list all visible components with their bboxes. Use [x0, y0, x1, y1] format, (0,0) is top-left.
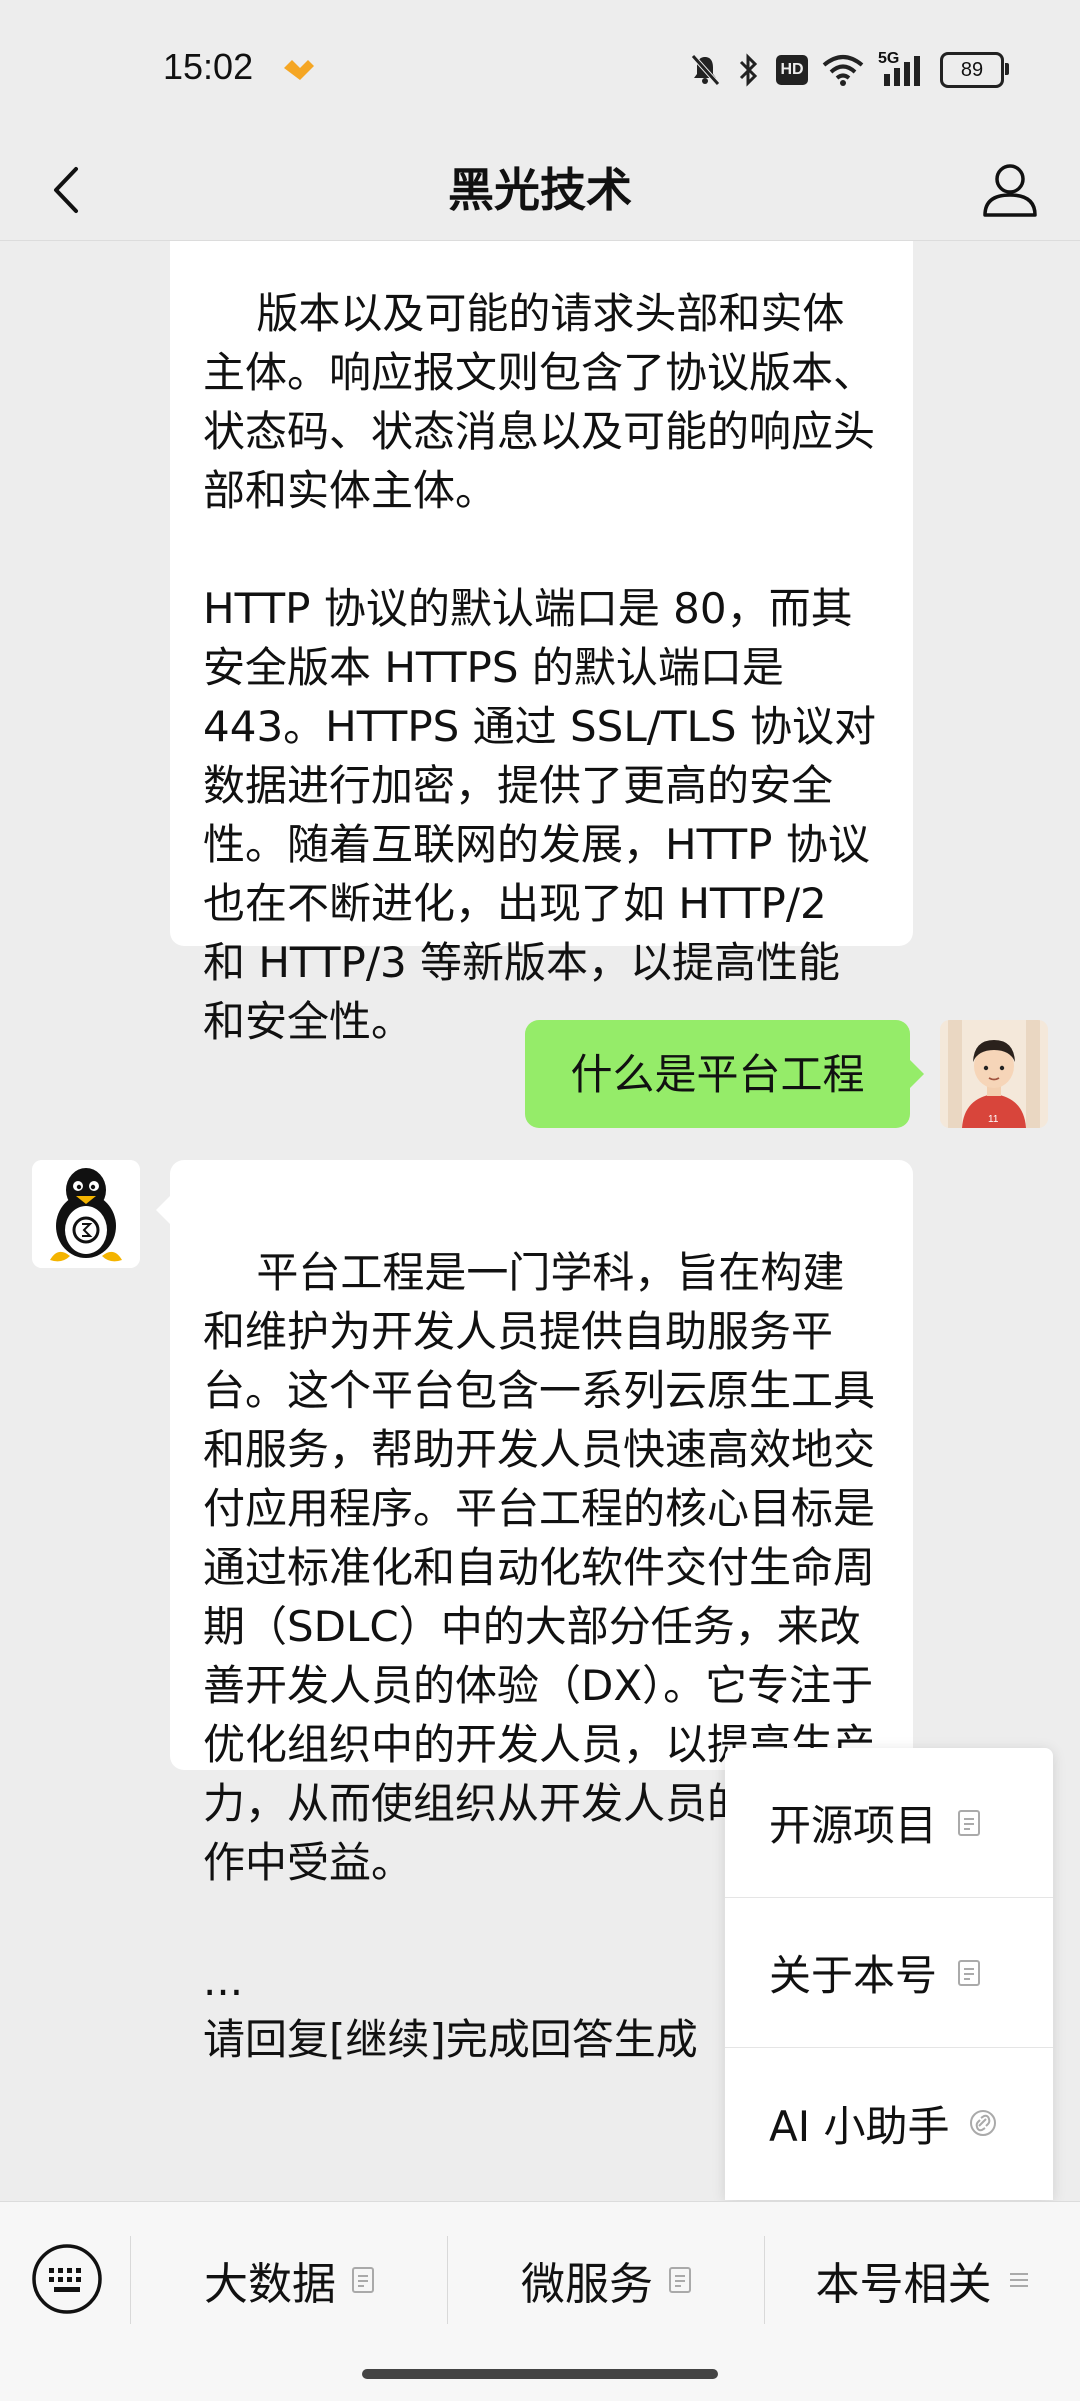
mute-icon [691, 54, 720, 86]
link-icon [970, 2110, 997, 2136]
keyboard-icon [32, 2244, 102, 2314]
signal-bars-icon [884, 56, 920, 86]
menu-button-about-account[interactable]: 本号相关 [765, 2236, 1080, 2324]
bluetooth-icon [739, 53, 758, 87]
user-message-bubble[interactable]: 什么是平台工程 [525, 1020, 924, 1128]
submenu-popup: 开源项目 关于本号 AI 小助手 [725, 1748, 1053, 2200]
submenu-item-ai-assistant[interactable]: AI 小助手 [725, 2048, 1053, 2198]
app-notification-icon [284, 60, 314, 80]
menu-button-microservices[interactable]: 微服务 [448, 2236, 764, 2324]
submenu-item-label: 开源项目 [769, 1801, 938, 1850]
battery-indicator: 89 [940, 52, 1009, 88]
svg-text:11: 11 [988, 1114, 999, 1125]
profile-button[interactable] [970, 150, 1050, 230]
submenu-item-open-source[interactable]: 开源项目 [725, 1748, 1053, 1898]
status-time: 15:02 [163, 46, 254, 87]
submenu-item-label: 关于本号 [769, 1951, 938, 2000]
bot-message-bubble[interactable]: 版本以及可能的请求头部和实体主体。响应报文则包含了协议版本、状态码、状态消息以及… [170, 241, 913, 1046]
submenu-item-about[interactable]: 关于本号 [725, 1898, 1053, 2048]
menu-button-label: 大数据 [204, 2259, 336, 2310]
chat-header: 黑光技术 [0, 140, 1080, 241]
user-message-text: 什么是平台工程 [570, 1049, 865, 1099]
menu-lines-icon [1009, 2273, 1028, 2287]
penguin-logo-icon [32, 1160, 140, 1268]
hd-badge: HD [776, 55, 808, 85]
menu-button-big-data[interactable]: 大数据 [131, 2236, 447, 2324]
menu-button-label: 微服务 [521, 2259, 653, 2310]
bot-message-text: 版本以及可能的请求头部和实体主体。响应报文则包含了协议版本、状态码、状态消息以及… [203, 289, 876, 1046]
document-icon [958, 1959, 981, 1986]
submenu-item-label: AI 小助手 [769, 2101, 950, 2151]
bot-message-bubble[interactable]: 平台工程是一门学科，旨在构建和维护为开发人员提供自助服务平台。这个平台包含一系列… [156, 1160, 913, 2064]
document-icon [352, 2267, 374, 2293]
status-icons: HD 5G 89 [688, 48, 1009, 92]
wifi-icon [822, 55, 864, 86]
bot-avatar[interactable] [32, 1160, 140, 1268]
battery-level: 89 [960, 58, 984, 81]
page-title: 黑光技术 [448, 163, 632, 217]
keyboard-toggle-button[interactable] [30, 2242, 104, 2316]
menu-button-label: 本号相关 [815, 2259, 992, 2310]
home-indicator[interactable] [362, 2369, 718, 2379]
document-icon [958, 1809, 981, 1836]
user-avatar-image: 11 [940, 1020, 1048, 1128]
person-icon [983, 164, 1037, 217]
chat-area[interactable]: 版本以及可能的请求头部和实体主体。响应报文则包含了协议版本、状态码、状态消息以及… [0, 241, 1080, 2201]
user-avatar[interactable]: 11 [940, 1020, 1048, 1128]
cellular-signal: 5G [878, 50, 926, 88]
status-bar: 15:02 HD 5G 89 [0, 0, 1080, 140]
document-icon [669, 2267, 691, 2293]
